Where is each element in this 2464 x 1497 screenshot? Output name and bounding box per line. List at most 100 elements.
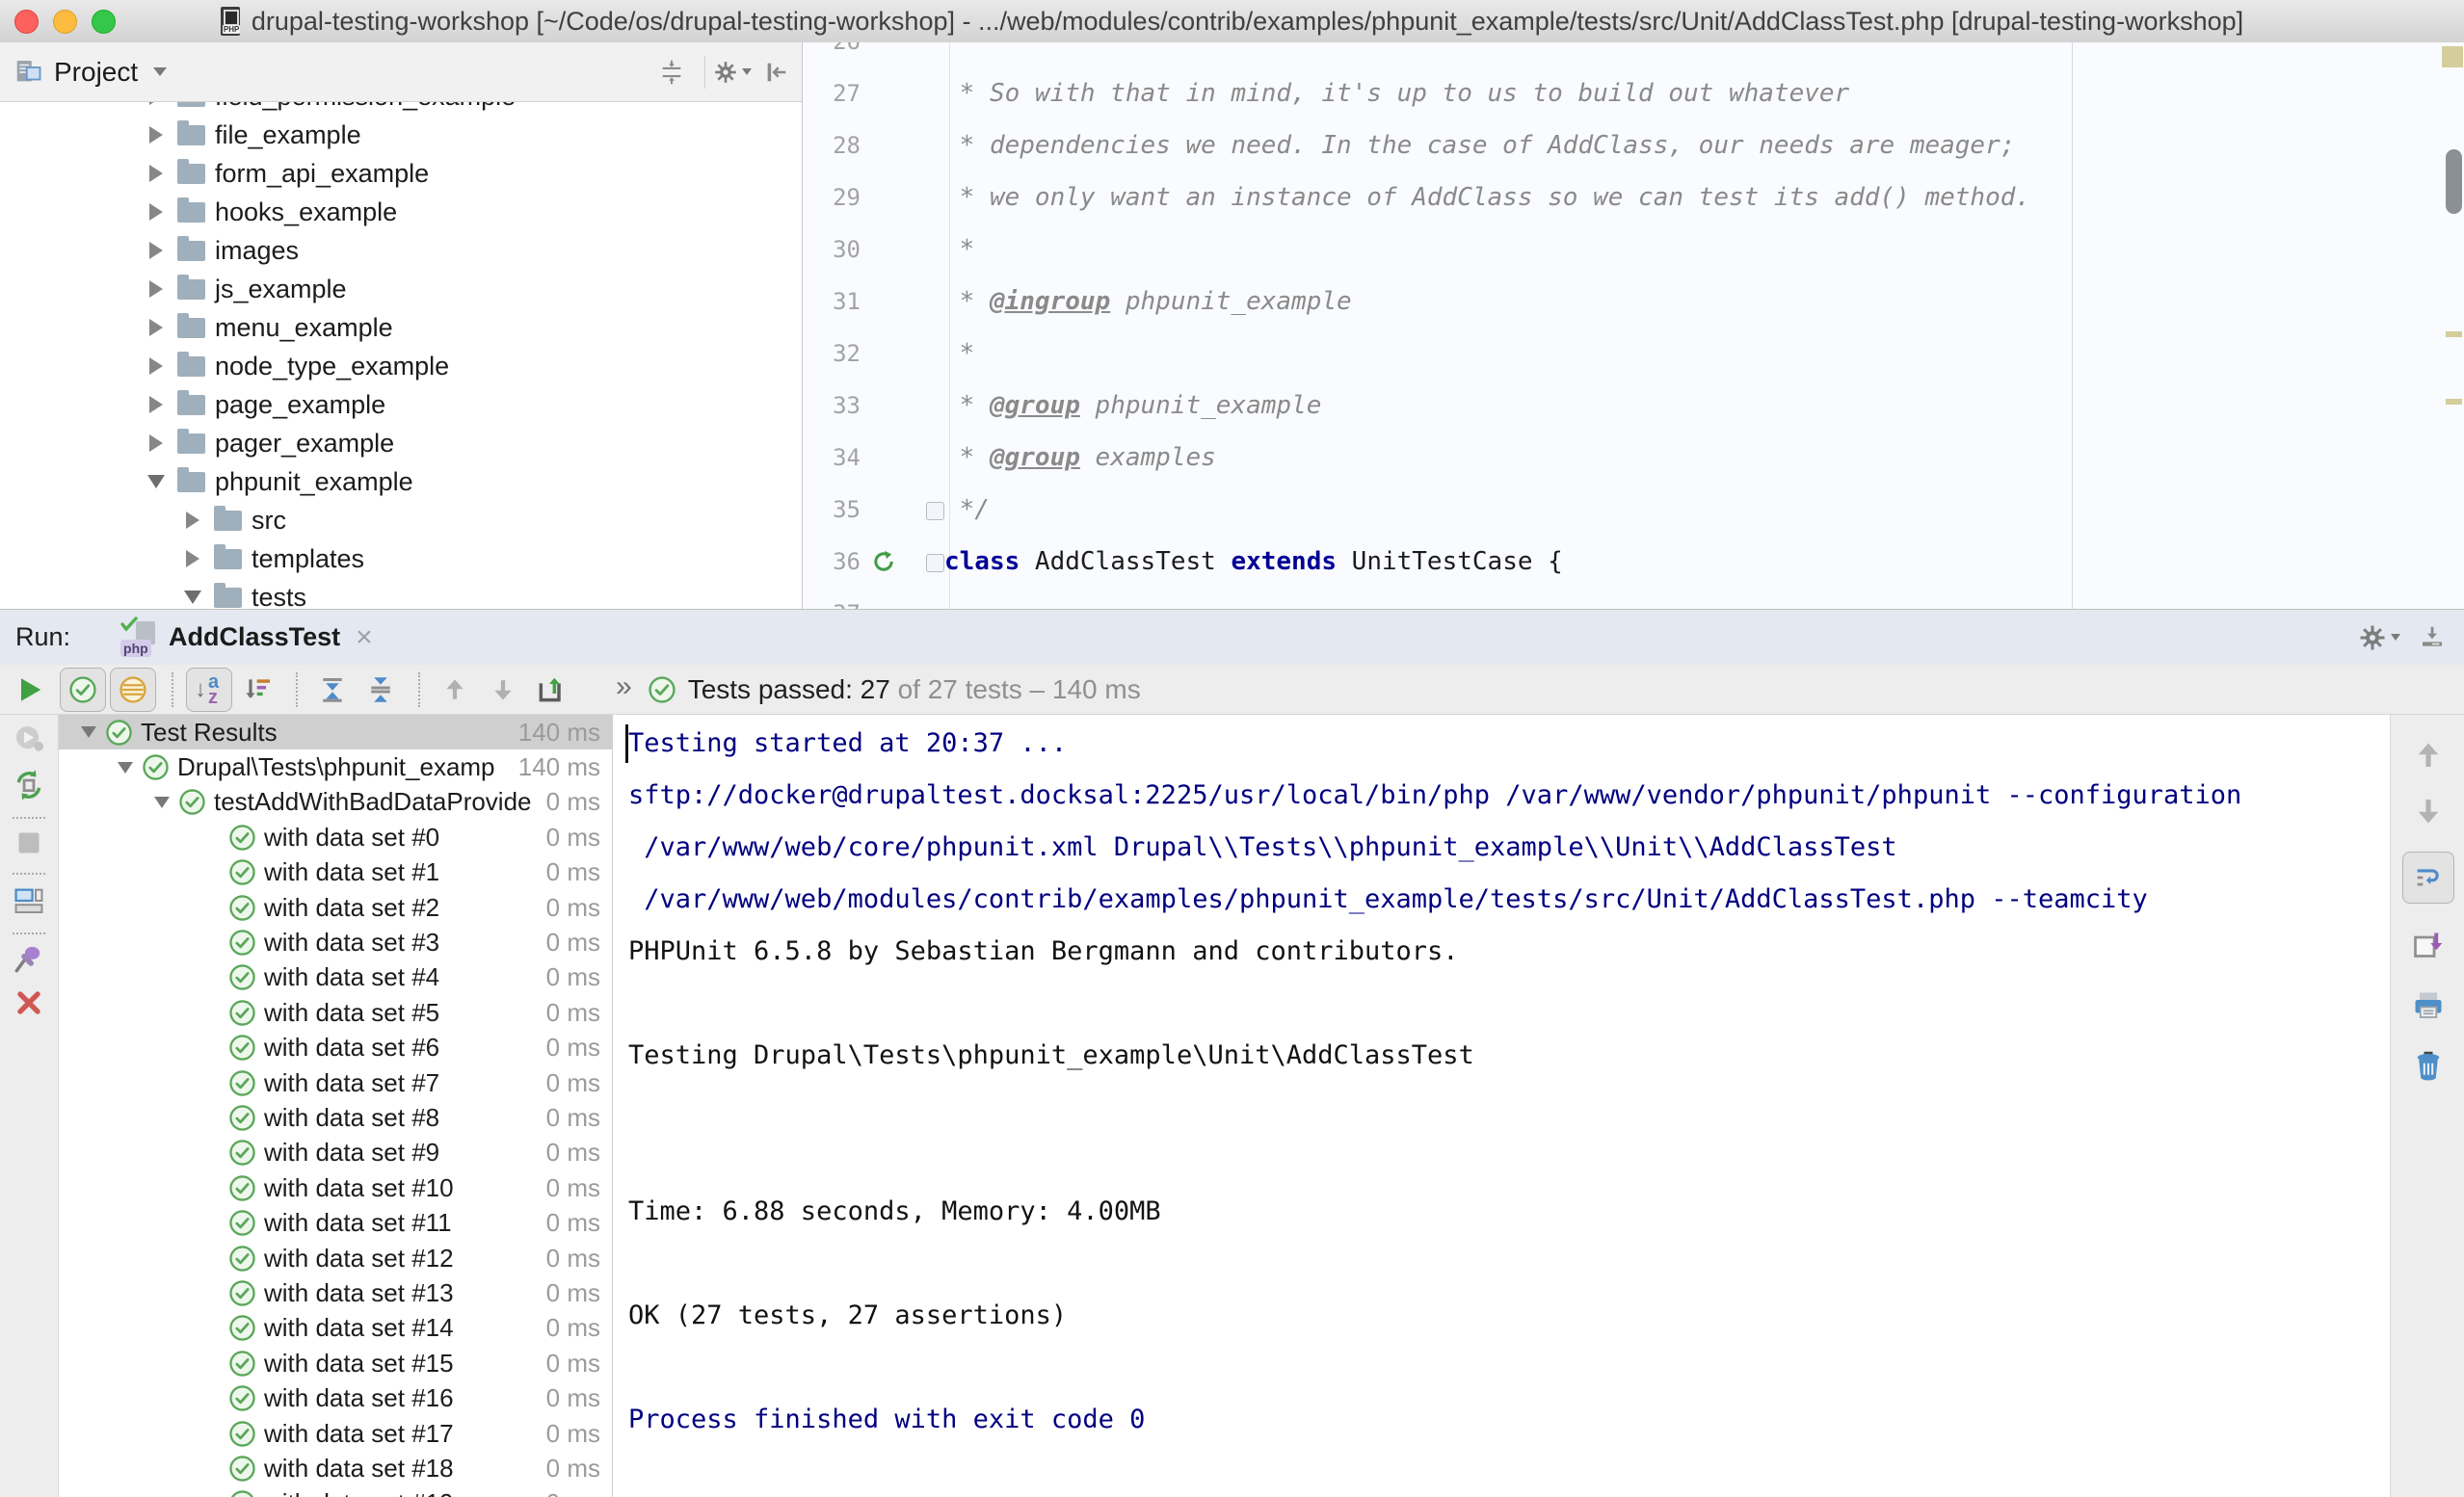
run-panel-settings-gear-icon[interactable] (2358, 623, 2400, 652)
test-row-data-set[interactable]: with data set #9 0 ms (59, 1136, 612, 1170)
chevron-down-icon[interactable] (115, 762, 136, 774)
test-row-data-set[interactable]: with data set #19 0 ms (59, 1486, 612, 1497)
chevron-down-icon[interactable] (145, 475, 168, 488)
test-row-data-set[interactable]: with data set #6 0 ms (59, 1031, 612, 1065)
stop-button[interactable] (14, 828, 43, 857)
chevron-right-icon[interactable] (145, 242, 168, 259)
minimize-window-button[interactable] (53, 10, 77, 34)
folder-icon (177, 102, 205, 107)
test-row-data-set[interactable]: with data set #5 0 ms (59, 995, 612, 1030)
sort-alphabetically-toggle[interactable]: ↓az (186, 668, 232, 712)
test-label: with data set #19 (264, 1488, 539, 1497)
tree-item-templates[interactable]: templates (0, 539, 802, 578)
editor-scrollbar-thumb[interactable] (2446, 149, 2462, 214)
chevron-right-icon[interactable] (181, 512, 204, 529)
test-row-data-set[interactable]: with data set #14 0 ms (59, 1311, 612, 1346)
tree-item-phpunit-example[interactable]: phpunit_example (0, 462, 802, 501)
next-occurrence-button[interactable] (481, 669, 525, 711)
test-row-data-set[interactable]: with data set #15 0 ms (59, 1346, 612, 1380)
test-row-data-set[interactable]: with data set #0 0 ms (59, 820, 612, 854)
test-row-data-set[interactable]: with data set #12 0 ms (59, 1241, 612, 1275)
test-row-root[interactable]: Test Results 140 ms (59, 715, 612, 749)
chevron-right-icon[interactable] (145, 165, 168, 182)
fold-marker-icon[interactable] (926, 554, 944, 572)
run-tab-addclasstest[interactable]: php AddClassTest × (111, 610, 383, 665)
test-row-data-set[interactable]: with data set #16 0 ms (59, 1380, 612, 1415)
tree-item-page-example[interactable]: page_example (0, 385, 802, 424)
test-row-data-set[interactable]: with data set #7 0 ms (59, 1065, 612, 1100)
close-window-button[interactable] (14, 10, 39, 34)
run-console[interactable]: Testing started at 20:37 ...sftp://docke… (615, 715, 2390, 1497)
tree-item-src[interactable]: src (0, 501, 802, 539)
soft-wrap-toggle[interactable] (2402, 852, 2454, 904)
chevron-right-icon[interactable] (145, 126, 168, 144)
chevron-right-icon[interactable] (145, 203, 168, 221)
chevron-right-icon[interactable] (145, 280, 168, 298)
chevron-right-icon[interactable] (145, 434, 168, 452)
project-tree: field_permission_example file_example fo… (0, 102, 802, 609)
error-stripe-mark[interactable] (2446, 331, 2462, 337)
previous-occurrence-button[interactable] (433, 669, 477, 711)
chevron-right-icon[interactable] (145, 319, 168, 336)
error-stripe-mark[interactable] (2442, 46, 2463, 67)
test-row-data-set[interactable]: with data set #11 0 ms (59, 1205, 612, 1240)
tree-item-tests[interactable]: tests (0, 578, 802, 609)
print-button[interactable] (2411, 988, 2446, 1023)
hide-run-panel-icon[interactable] (2418, 623, 2447, 652)
chevron-right-icon[interactable] (145, 357, 168, 375)
import-test-results-button[interactable] (529, 669, 573, 711)
chevron-down-icon[interactable] (153, 67, 167, 76)
tree-item-node-type-example[interactable]: node_type_example (0, 347, 802, 385)
tree-item-file-example[interactable]: file_example (0, 116, 802, 154)
code-editor[interactable]: 26 27 * So with that in mind, it's up to… (803, 42, 2464, 609)
scroll-up-button[interactable] (2413, 740, 2444, 771)
test-row-data-set[interactable]: with data set #2 0 ms (59, 890, 612, 925)
chevron-right-icon[interactable] (181, 550, 204, 567)
tree-item-js-example[interactable]: js_example (0, 270, 802, 308)
test-row-data-set[interactable]: with data set #8 0 ms (59, 1100, 612, 1135)
toolbar-overflow-icon[interactable]: » (616, 670, 632, 703)
fold-marker-icon[interactable] (926, 502, 944, 520)
test-row-data-set[interactable]: with data set #18 0 ms (59, 1451, 612, 1485)
run-test-gutter-icon[interactable] (870, 548, 897, 575)
test-row-data-set[interactable]: with data set #17 0 ms (59, 1416, 612, 1451)
scroll-to-end-button[interactable] (2411, 929, 2446, 963)
pin-tab-button[interactable] (13, 942, 45, 975)
chevron-down-icon[interactable] (78, 726, 99, 738)
test-row-data-set[interactable]: with data set #3 0 ms (59, 925, 612, 959)
test-row-data-set[interactable]: with data set #1 0 ms (59, 855, 612, 890)
chevron-down-icon[interactable] (181, 591, 204, 604)
test-row-data-set[interactable]: with data set #13 0 ms (59, 1275, 612, 1310)
tree-item-menu-example[interactable]: menu_example (0, 308, 802, 347)
test-row-data-set[interactable]: with data set #4 0 ms (59, 960, 612, 995)
sort-by-duration-button[interactable] (236, 669, 280, 711)
rerun-tests-button[interactable] (0, 674, 60, 705)
collapse-all-button[interactable] (652, 53, 691, 92)
tree-item-form-api-example[interactable]: form_api_example (0, 154, 802, 193)
tree-item-pager-example[interactable]: pager_example (0, 424, 802, 462)
rerun-failed-tests-button[interactable] (13, 722, 45, 755)
test-row-method[interactable]: testAddWithBadDataProvide 0 ms (59, 785, 612, 820)
close-panel-button[interactable] (14, 988, 43, 1017)
chevron-down-icon[interactable] (151, 797, 172, 808)
tree-item-hooks-example[interactable]: hooks_example (0, 193, 802, 231)
tree-item-field-permission-example[interactable]: field_permission_example (0, 102, 802, 116)
restore-layout-button[interactable] (13, 884, 45, 917)
clear-console-trash-button[interactable] (2411, 1048, 2446, 1083)
show-ignored-toggle[interactable] (110, 668, 156, 712)
zoom-window-button[interactable] (92, 10, 116, 34)
tree-item-images[interactable]: images (0, 231, 802, 270)
test-row-data-set[interactable]: with data set #10 0 ms (59, 1170, 612, 1205)
show-passed-toggle[interactable] (60, 668, 106, 712)
expand-all-button[interactable] (310, 669, 355, 711)
chevron-right-icon[interactable] (145, 102, 168, 105)
project-settings-gear-icon[interactable] (713, 53, 752, 92)
test-row-suite[interactable]: Drupal\Tests\phpunit_examp 140 ms (59, 749, 612, 784)
scroll-down-button[interactable] (2413, 796, 2444, 827)
close-tab-icon[interactable]: × (356, 623, 373, 652)
error-stripe-mark[interactable] (2446, 399, 2462, 405)
hide-panel-icon[interactable] (757, 53, 796, 92)
chevron-right-icon[interactable] (145, 396, 168, 413)
collapse-all-button[interactable] (358, 669, 403, 711)
toggle-auto-test-button[interactable] (13, 769, 45, 801)
